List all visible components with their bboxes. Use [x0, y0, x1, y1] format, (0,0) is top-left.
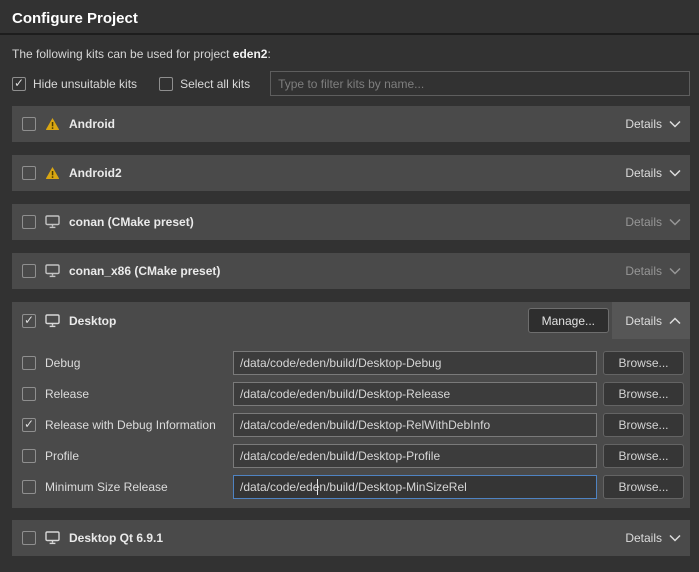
kit-panel-desktop: ✓ Desktop Manage... Details Debug Browse… — [12, 302, 690, 508]
manage-kits-button[interactable]: Manage... — [528, 308, 609, 333]
build-dir-input[interactable] — [233, 413, 597, 437]
intro-text: The following kits can be used for proje… — [12, 47, 687, 61]
details-label: Details — [625, 531, 662, 545]
select-all-checkbox[interactable] — [159, 77, 173, 91]
kit-checkbox[interactable] — [22, 117, 36, 131]
kit-checkbox[interactable] — [22, 215, 36, 229]
kit-checkbox[interactable] — [22, 264, 36, 278]
config-checkbox[interactable] — [22, 449, 36, 463]
details-label: Details — [625, 215, 662, 229]
details-button[interactable]: Details — [612, 253, 690, 289]
config-row-minsizerel: Minimum Size Release Browse... — [12, 475, 690, 499]
config-checkbox[interactable] — [22, 387, 36, 401]
desktop-icon — [45, 215, 60, 229]
kit-checkbox[interactable] — [22, 531, 36, 545]
details-button[interactable]: Details — [612, 106, 690, 142]
details-label: Details — [625, 264, 662, 278]
config-label: Release with Debug Information — [45, 413, 216, 437]
build-dir-input[interactable] — [233, 382, 597, 406]
config-row-profile: Profile Browse... — [12, 444, 690, 468]
config-row-debug: Debug Browse... — [12, 351, 690, 375]
details-button[interactable]: Details — [612, 204, 690, 240]
config-row-relwithdebinfo: ✓ Release with Debug Information Browse.… — [12, 413, 690, 437]
chevron-down-icon — [669, 169, 681, 177]
text-cursor — [317, 479, 318, 495]
browse-button[interactable]: Browse... — [603, 475, 684, 499]
desktop-icon — [45, 531, 60, 545]
page-title: Configure Project — [12, 10, 687, 27]
config-row-release: Release Browse... — [12, 382, 690, 406]
kit-row-desktop: ✓ Desktop Manage... Details — [12, 302, 690, 339]
chevron-down-icon — [669, 120, 681, 128]
details-label: Details — [625, 166, 662, 180]
check-icon: ✓ — [24, 418, 34, 430]
kit-name: Android2 — [69, 166, 122, 180]
intro-prefix: The following kits can be used for proje… — [12, 47, 233, 61]
build-dir-input[interactable] — [233, 444, 597, 468]
warning-icon — [45, 166, 60, 180]
kit-row-conan: conan (CMake preset) Details — [12, 204, 690, 240]
config-label: Debug — [45, 351, 80, 375]
browse-button[interactable]: Browse... — [603, 413, 684, 437]
config-label: Profile — [45, 444, 79, 468]
chevron-up-icon — [669, 317, 681, 325]
details-label: Details — [625, 117, 662, 131]
desktop-icon — [45, 264, 60, 278]
filter-bar: ✓ Hide unsuitable kits Select all kits — [12, 71, 690, 96]
config-label: Release — [45, 382, 89, 406]
kit-row-desktop-qt: Desktop Qt 6.9.1 Details — [12, 520, 690, 556]
kit-checkbox[interactable] — [22, 166, 36, 180]
details-button[interactable]: Details — [612, 520, 690, 556]
build-dir-input[interactable] — [233, 351, 597, 375]
details-label: Details — [625, 314, 662, 328]
kit-row-conan-x86: conan_x86 (CMake preset) Details — [12, 253, 690, 289]
kit-name: Desktop Qt 6.9.1 — [69, 531, 163, 545]
hide-unsuitable-checkbox[interactable]: ✓ — [12, 77, 26, 91]
browse-button[interactable]: Browse... — [603, 382, 684, 406]
details-button[interactable]: Details — [612, 302, 690, 339]
chevron-down-icon — [669, 534, 681, 542]
check-icon: ✓ — [24, 314, 34, 326]
kit-name: conan_x86 (CMake preset) — [69, 264, 220, 278]
select-all-label: Select all kits — [180, 77, 250, 91]
kit-filter-input[interactable] — [270, 71, 690, 96]
config-checkbox[interactable] — [22, 356, 36, 370]
hide-unsuitable-label: Hide unsuitable kits — [33, 77, 137, 91]
project-name: eden2 — [233, 47, 268, 61]
warning-icon — [45, 117, 60, 131]
kit-checkbox[interactable]: ✓ — [22, 314, 36, 328]
chevron-down-icon — [669, 267, 681, 275]
kit-row-android: Android Details — [12, 106, 690, 142]
kit-name: Android — [69, 117, 115, 131]
check-icon: ✓ — [14, 77, 24, 89]
desktop-icon — [45, 314, 60, 328]
kit-name: Desktop — [69, 314, 116, 328]
details-button[interactable]: Details — [612, 155, 690, 191]
title-separator — [0, 33, 699, 35]
config-checkbox[interactable]: ✓ — [22, 418, 36, 432]
chevron-down-icon — [669, 218, 681, 226]
kit-name: conan (CMake preset) — [69, 215, 194, 229]
config-label: Minimum Size Release — [45, 475, 168, 499]
build-dir-input[interactable] — [233, 475, 597, 499]
kit-list: Android Details Android2 Details conan (… — [0, 106, 699, 556]
browse-button[interactable]: Browse... — [603, 351, 684, 375]
config-checkbox[interactable] — [22, 480, 36, 494]
intro-suffix: : — [267, 47, 270, 61]
browse-button[interactable]: Browse... — [603, 444, 684, 468]
kit-row-android2: Android2 Details — [12, 155, 690, 191]
